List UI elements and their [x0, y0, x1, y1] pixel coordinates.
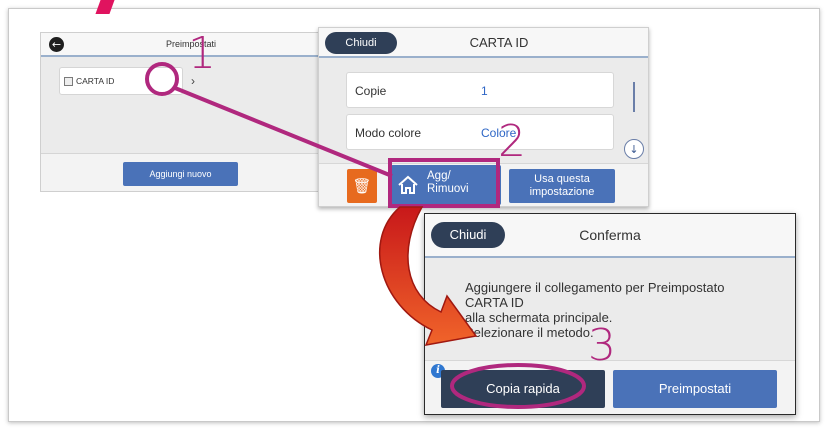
confirm-message-line: Selezionare il metodo. — [465, 325, 594, 340]
setting-label: Copie — [355, 84, 387, 98]
confirm-header: Chiudi Conferma — [425, 214, 795, 258]
confirm-message: Aggiungere il collegamento per Preimpost… — [465, 280, 785, 340]
confirm-message-line: CARTA ID — [465, 295, 524, 310]
use-setting-label-line1: Usa questa — [534, 173, 590, 185]
carta-id-panel: Chiudi CARTA ID Copie 1 Modo colore Colo… — [318, 27, 649, 207]
trash-icon[interactable]: 🗑 — [347, 169, 377, 203]
preset-item-carta-id[interactable]: CARTA ID — [59, 67, 183, 95]
confirm-title: Conferma — [579, 227, 641, 243]
add-remove-label: Agg/ Rimuovi — [427, 170, 469, 196]
add-remove-label-line2: Rimuovi — [427, 183, 469, 195]
setting-label: Modo colore — [355, 126, 422, 140]
quick-copy-button[interactable]: Copia rapida — [441, 370, 605, 408]
confirm-message-line: alla schermata principale. — [465, 310, 613, 325]
presets-panel: ← Preimpostati CARTA ID › Aggiungi nuovo — [40, 32, 320, 192]
back-arrow-icon[interactable]: ← — [49, 37, 64, 52]
id-card-icon — [64, 77, 73, 86]
setting-row-color-mode[interactable]: Modo colore Colore — [346, 114, 614, 150]
presets-header: ← Preimpostati — [41, 33, 319, 57]
step-number-2: 2 — [498, 116, 526, 167]
setting-row-copies[interactable]: Copie 1 — [346, 72, 614, 108]
close-button[interactable]: Chiudi — [431, 222, 505, 248]
carta-id-header: Chiudi CARTA ID — [319, 28, 648, 58]
step-number-3: 3 — [588, 320, 616, 371]
setting-value: 1 — [481, 84, 488, 98]
add-new-button[interactable]: Aggiungi nuovo — [123, 162, 238, 186]
add-remove-button[interactable]: Agg/ Rimuovi — [391, 165, 501, 205]
add-remove-label-line1: Agg/ — [427, 170, 451, 182]
use-setting-button[interactable]: Usa questa impostazione — [509, 169, 615, 203]
arrow-down-icon[interactable]: ↓ — [624, 139, 644, 159]
step-number-1: 1 — [188, 28, 216, 79]
confirm-dialog: Chiudi Conferma Aggiungere il collegamen… — [424, 213, 796, 415]
use-setting-label-line2: impostazione — [529, 186, 595, 198]
scrollbar[interactable] — [633, 82, 635, 112]
preset-item-label: CARTA ID — [76, 76, 115, 86]
close-button[interactable]: Chiudi — [325, 32, 397, 54]
home-icon — [398, 175, 418, 194]
presets-button[interactable]: Preimpostati — [613, 370, 777, 408]
confirm-message-line: Aggiungere il collegamento per Preimpost… — [465, 280, 725, 295]
carta-id-title: CARTA ID — [469, 35, 529, 50]
